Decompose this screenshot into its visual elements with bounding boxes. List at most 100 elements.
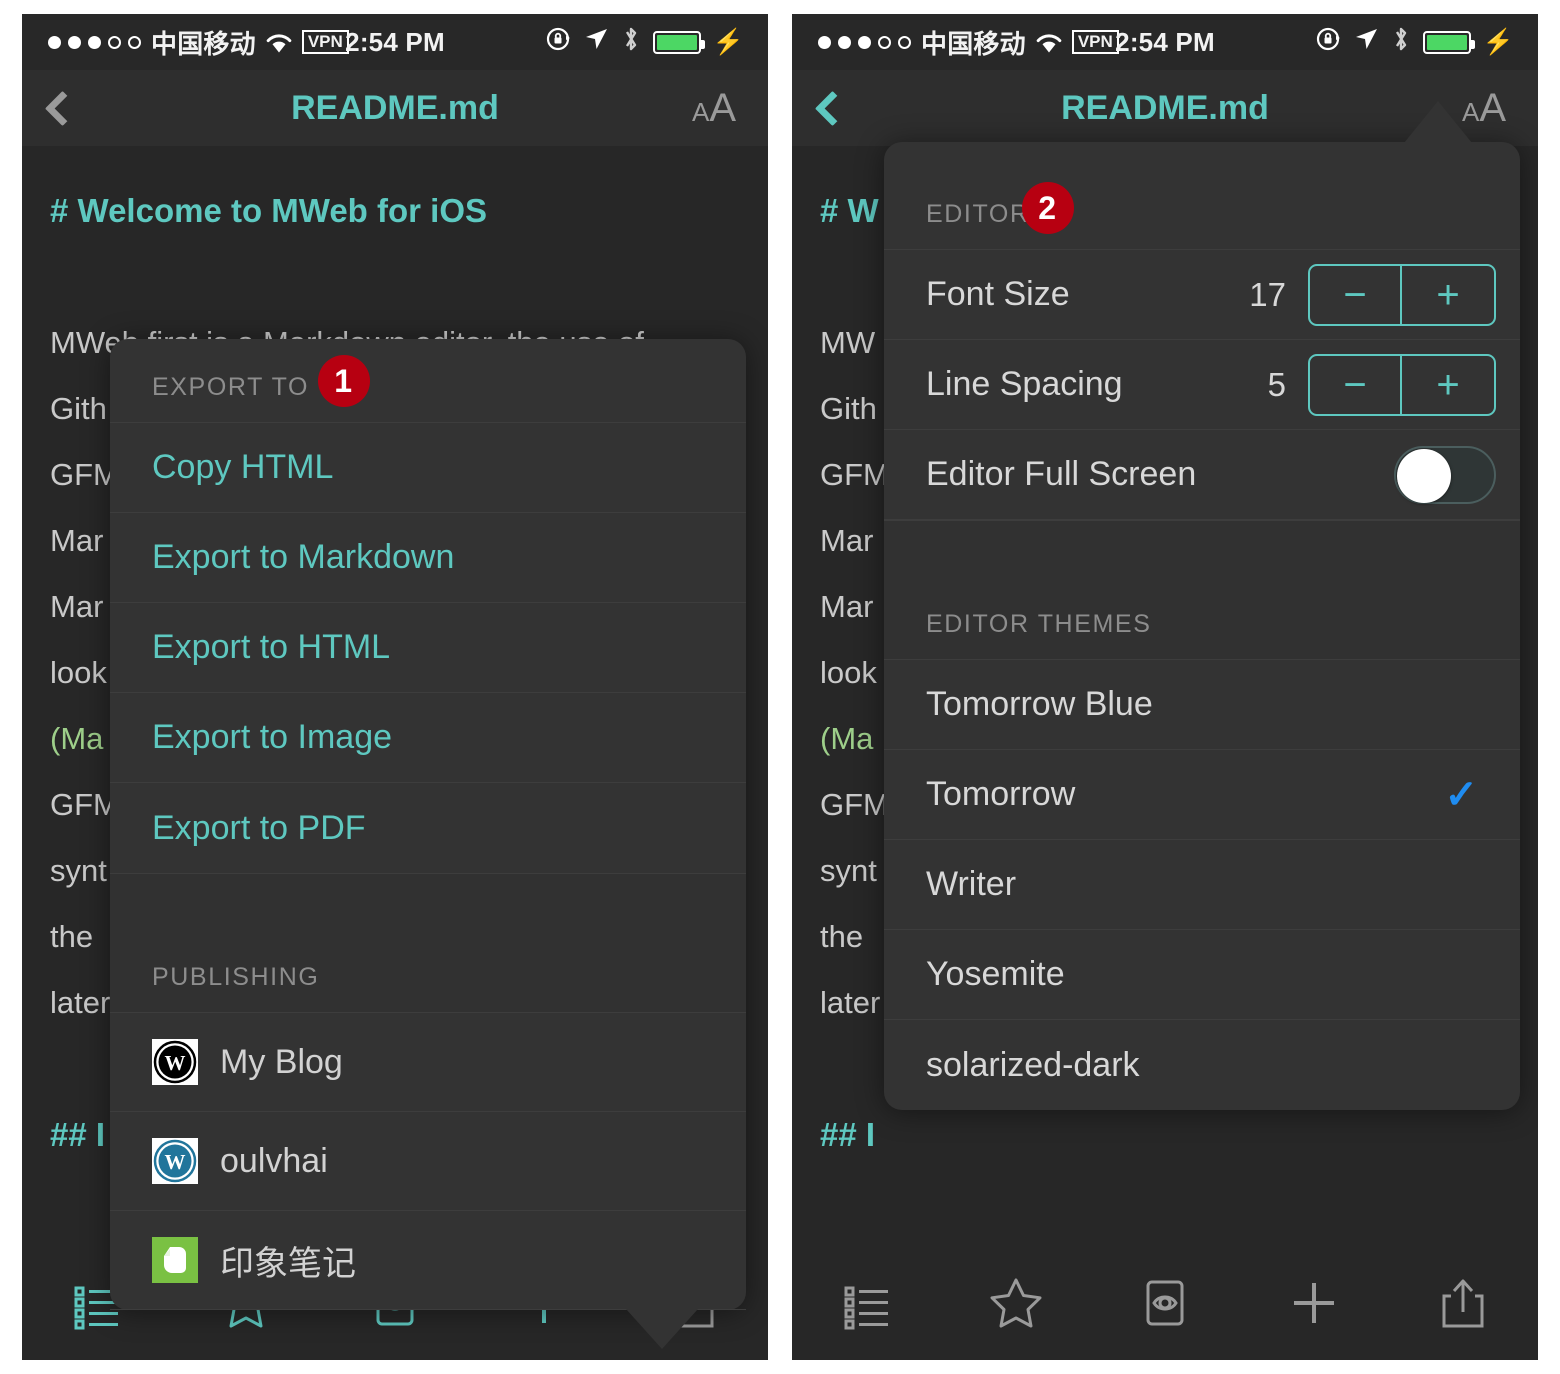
stepper-control: − +	[1308, 353, 1496, 416]
page-title: README.md	[291, 88, 499, 127]
star-icon	[990, 1278, 1042, 1328]
back-button[interactable]	[792, 90, 872, 126]
status-bar-left: 中国移动 VPN	[48, 24, 349, 61]
annotation-badge-1: 1	[318, 355, 370, 407]
setting-row: Line Spacing 5− +	[884, 340, 1520, 430]
back-button[interactable]	[22, 90, 102, 126]
export-menu-item[interactable]: Export to PDF	[110, 783, 746, 873]
publishing-section-label: PUBLISHING	[152, 963, 320, 991]
setting-label: Line Spacing	[926, 365, 1123, 403]
export-menu-item[interactable]: Copy HTML	[110, 423, 746, 513]
nav-bar: README.md A A	[22, 70, 768, 146]
font-size-button[interactable]: A A	[692, 86, 736, 131]
theme-label: Yosemite	[926, 955, 1065, 993]
stepper-decrement-button[interactable]: −	[1310, 265, 1402, 324]
editor-line: # Welcome to MWeb for iOS	[50, 192, 488, 229]
wifi-icon	[1036, 32, 1062, 53]
toggle-knob	[1397, 448, 1451, 503]
themes-section-header: EDITOR THEMES	[884, 576, 1520, 660]
rotation-lock-icon	[1316, 26, 1342, 59]
setting-value: 5	[1267, 365, 1286, 403]
svg-text:W: W	[165, 1051, 186, 1075]
wordpress-icon: W	[152, 1039, 198, 1085]
wordpress-icon: W	[152, 1138, 198, 1184]
chevron-left-icon	[44, 90, 80, 126]
theme-label: Writer	[926, 865, 1017, 903]
setting-row: Editor Full Screen	[884, 430, 1520, 520]
battery-icon	[652, 30, 705, 54]
editor-section-label: EDITOR	[926, 200, 1030, 228]
favorites-button[interactable]	[961, 1258, 1071, 1348]
phone-screen-left: 中国移动 VPN 2:54 PM ⚡ README.md A A # Welco…	[22, 14, 768, 1360]
editor-line: ## I	[820, 1116, 876, 1153]
popover-section-gap	[110, 873, 746, 929]
new-document-button[interactable]	[1259, 1258, 1369, 1348]
carrier-label: 中国移动	[151, 28, 256, 59]
publishing-section-header: PUBLISHING	[110, 929, 746, 1013]
charging-bolt-icon: ⚡	[1482, 27, 1514, 56]
charging-bolt-icon: ⚡	[712, 27, 744, 56]
publishing-item-label: My Blog	[220, 1042, 343, 1081]
vpn-badge: VPN	[1071, 30, 1119, 54]
popover-tail-down	[626, 1309, 698, 1349]
theme-option[interactable]: Yosemite	[884, 930, 1520, 1020]
stepper-increment-button[interactable]: +	[1402, 266, 1494, 324]
setting-label: Editor Full Screen	[926, 455, 1197, 493]
stepper-decrement-button[interactable]: −	[1310, 355, 1402, 414]
font-size-large-a: A	[709, 85, 736, 130]
export-menu-item[interactable]: Export to Markdown	[110, 513, 746, 603]
bluetooth-icon	[621, 25, 641, 60]
location-arrow-icon	[1354, 26, 1379, 58]
font-size-small-a: A	[691, 96, 710, 127]
editor-line: ### Markdown keyboard	[820, 1234, 1510, 1246]
screenshot-stage: 中国移动 VPN 2:54 PM ⚡ README.md A A # Welco…	[0, 0, 1560, 1374]
publishing-menu-item[interactable]: Woulvhai	[110, 1112, 746, 1211]
vpn-badge: VPN	[301, 30, 349, 54]
export-section-header: EXPORT TO 1	[110, 339, 746, 423]
theme-label: solarized-dark	[926, 1045, 1140, 1084]
signal-strength-icon	[48, 35, 141, 49]
battery-icon	[1422, 30, 1475, 54]
themes-section-label: EDITOR THEMES	[926, 610, 1152, 638]
checkmark-icon: ✓	[1444, 772, 1478, 817]
editor-section-header: EDITOR 2	[884, 142, 1520, 250]
document-list-button[interactable]	[812, 1258, 922, 1348]
share-popover: EXPORT TO 1 Copy HTML Export to Markdown E…	[110, 339, 746, 1349]
publishing-item-label: 印象笔记	[220, 1244, 356, 1283]
theme-option[interactable]: Writer	[884, 840, 1520, 930]
export-menu-item[interactable]: Export to Image	[110, 693, 746, 783]
theme-option[interactable]: Tomorrow ✓	[884, 750, 1520, 840]
stepper-increment-button[interactable]: +	[1402, 356, 1494, 414]
share-icon	[1442, 1279, 1484, 1328]
font-size-large-a: A	[1479, 85, 1506, 130]
theme-option[interactable]: solarized-dark	[884, 1020, 1520, 1110]
export-menu-item[interactable]: Export to HTML	[110, 603, 746, 693]
chevron-left-icon	[814, 90, 850, 126]
publishing-menu-item[interactable]: 印象笔记	[110, 1211, 746, 1310]
status-bar-2: 中国移动 VPN 2:54 PM ⚡	[792, 14, 1538, 70]
setting-row: Font Size 17− +	[884, 250, 1520, 340]
evernote-icon	[152, 1237, 198, 1283]
list-icon	[844, 1286, 888, 1330]
setting-label: Font Size	[926, 275, 1070, 313]
theme-label: Tomorrow	[926, 775, 1076, 813]
preview-button[interactable]	[1110, 1258, 1220, 1348]
bluetooth-icon	[1391, 25, 1411, 60]
location-arrow-icon	[584, 26, 609, 58]
popover-section-gap	[884, 520, 1520, 576]
setting-value: 17	[1249, 275, 1286, 313]
theme-option[interactable]: Tomorrow Blue	[884, 660, 1520, 750]
publishing-menu-item[interactable]: W My Blog	[110, 1013, 746, 1112]
export-items-list: Copy HTML Export to Markdown Export to HTM…	[110, 423, 746, 873]
theme-label: Tomorrow Blue	[926, 685, 1153, 723]
bottom-toolbar-right	[792, 1246, 1538, 1360]
status-bar-right-2: ⚡	[1316, 25, 1514, 60]
publishing-item-label: oulvhai	[220, 1141, 328, 1180]
export-section-label: EXPORT TO	[152, 373, 310, 401]
svg-text:W: W	[165, 1150, 186, 1174]
editor-settings-rows: Font Size 17− + Line Spacing 5− + Editor Full …	[884, 250, 1520, 520]
editor-full-screen-toggle[interactable]	[1394, 445, 1496, 504]
share-button[interactable]	[1408, 1258, 1518, 1348]
